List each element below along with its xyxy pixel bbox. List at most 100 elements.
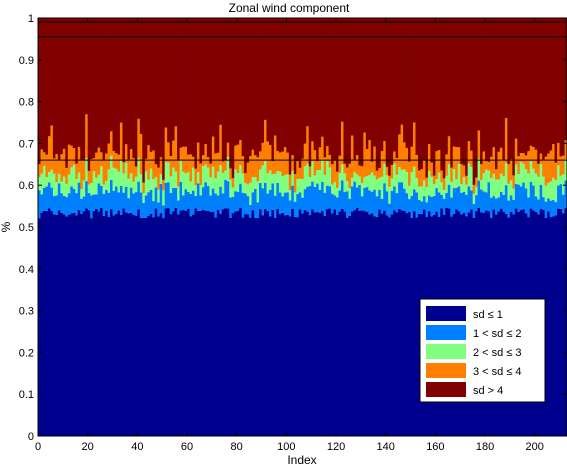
bar-segment [435,188,439,212]
bar-segment [281,212,285,436]
bar-segment [95,208,99,436]
bar-segment [47,18,51,137]
bar-segment [187,191,190,209]
bar-segment [174,187,178,208]
bar-segment [345,217,349,436]
bar-segment [154,187,158,209]
bar-segment [485,192,488,211]
bar-segment [378,168,382,178]
bar-segment [241,217,245,436]
bar-segment [301,18,305,159]
bar-segment [266,141,270,174]
bar-segment [532,168,536,186]
bar-segment [278,152,282,172]
bar-segment [403,188,406,211]
bar-segment [288,190,292,201]
bar-segment [537,176,541,200]
bar-segment [355,207,359,436]
bar-segment [465,175,469,185]
bar-segment [244,18,248,174]
bar-segment [157,167,161,190]
bar-segment [169,18,173,157]
bar-segment [244,173,248,183]
bar-segment [77,182,81,210]
bar-segment [182,171,185,196]
bar-segment [142,202,146,218]
bar-segment [55,215,59,436]
bar-segment [363,18,367,133]
bar-segment [408,161,411,186]
bar-segment [288,18,292,175]
bar-segment [127,159,131,179]
legend-swatch [426,363,466,378]
bar-segment [425,202,429,217]
bar-segment [487,18,491,162]
bar-segment [142,217,146,436]
bar-segment [293,18,297,175]
bar-segment [85,208,89,436]
bar-segment [480,179,483,190]
bar-segment [440,182,444,195]
bar-segment [465,18,469,176]
bar-segment [137,118,141,159]
bar-segment [67,174,71,194]
bar-segment [259,209,262,436]
bar-segment [114,168,118,187]
bar-segment [139,133,143,175]
bar-segment [343,18,347,164]
bar-segment [288,174,292,191]
bar-segment [345,18,349,168]
bar-segment [273,195,277,218]
bar-segment [477,180,481,209]
bar-segment [539,164,543,185]
bar-segment [100,186,103,208]
bar-segment [331,164,334,185]
bar-segment [554,18,558,163]
bar-segment [355,155,359,175]
bar-segment [268,170,272,190]
bar-segment [259,169,262,184]
bar-segment [527,18,531,152]
bar-segment [410,217,414,436]
bar-segment [82,18,86,160]
bar-segment [162,218,166,436]
bar-segment [95,152,99,178]
bar-segment [45,177,49,187]
bar-segment [110,155,113,180]
bar-segment [480,164,483,180]
bar-segment [301,179,305,198]
bar-segment [221,193,225,210]
bar-segment [348,198,352,216]
bar-segment [162,18,166,180]
bar-segment [308,18,312,167]
bar-segment [358,176,362,185]
bar-segment [502,160,506,177]
bar-segment [254,18,257,156]
bar-segment [383,210,387,436]
bar-segment [80,198,84,214]
bar-segment [139,192,143,218]
bar-segment [517,156,521,175]
bar-segment [147,145,151,180]
bar-segment [390,164,394,179]
bar-segment [539,184,543,210]
bar-segment [122,192,126,209]
bar-segment [534,173,538,197]
bar-segment [95,18,99,153]
bar-segment [40,194,44,213]
bar-segment [291,155,295,171]
bar-segment [547,211,551,436]
bar-segment [338,211,342,436]
bar-segment [490,18,493,157]
bar-segment [231,213,235,436]
bar-segment [499,173,503,192]
bar-segment [112,215,116,436]
bar-segment [331,193,334,214]
bar-segment [127,178,131,199]
bar-segment [249,182,252,206]
bar-segment [512,175,516,189]
bar-segment [549,18,553,151]
y-tick-label: 0.2 [19,347,34,359]
bar-segment [249,205,252,218]
bar-segment [321,18,325,137]
